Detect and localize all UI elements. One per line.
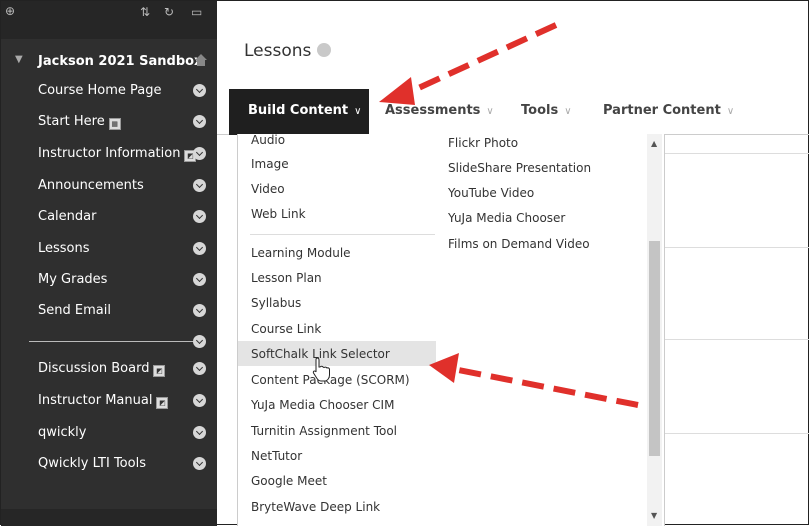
- chevron-down-icon: ∨: [354, 106, 362, 117]
- sidebar-divider: [29, 341, 195, 342]
- sidebar-item-instructor-manual[interactable]: Instructor Manual ◩: [1, 389, 217, 417]
- item-options-icon[interactable]: [193, 426, 206, 439]
- item-options-icon[interactable]: [193, 304, 206, 317]
- course-title[interactable]: Jackson 2021 Sandbox: [38, 54, 202, 69]
- sidebar-toolbar: ⊕ ⇅ ↻ ▭: [1, 1, 217, 39]
- add-menu-item-icon[interactable]: ⊕: [5, 4, 15, 18]
- sidebar-item-label[interactable]: Instructor Information: [38, 146, 180, 161]
- menu-item-slideshare-presentation[interactable]: SlideShare Presentation: [448, 161, 591, 175]
- tools-label[interactable]: Tools: [521, 103, 558, 118]
- sidebar-item-qwickly-lti-tools[interactable]: Qwickly LTI Tools: [1, 452, 217, 480]
- menu-item-syllabus[interactable]: Syllabus: [251, 296, 301, 310]
- sidebar-item-label[interactable]: Course Home Page: [38, 83, 162, 98]
- sidebar-item-qwickly[interactable]: qwickly: [1, 421, 217, 449]
- sidebar-item-my-grades[interactable]: My Grades: [1, 268, 217, 296]
- page-title: Lessons: [244, 41, 312, 61]
- item-options-icon[interactable]: [193, 394, 206, 407]
- action-bar: Build Content ∨ Assessments ∨ Tools ∨ Partn…: [217, 89, 809, 135]
- sidebar-item-label[interactable]: Qwickly LTI Tools: [38, 456, 146, 471]
- item-options-icon[interactable]: [193, 210, 206, 223]
- content-row-divider: [661, 247, 809, 248]
- chevron-down-icon: ∨: [486, 106, 494, 117]
- collapse-caret-icon[interactable]: ▼: [15, 54, 23, 65]
- menu-item-video[interactable]: Video: [251, 182, 285, 196]
- home-icon[interactable]: [194, 53, 208, 67]
- folder-view-icon[interactable]: ▭: [191, 5, 202, 19]
- menu-item-google-meet[interactable]: Google Meet: [251, 474, 327, 488]
- menu-item-films-on-demand-video[interactable]: Films on Demand Video: [448, 237, 590, 251]
- course-menu-sidebar: ⊕ ⇅ ↻ ▭ ▼ Jackson 2021 Sandbox Course Ho…: [1, 1, 217, 526]
- course-title-row[interactable]: ▼ Jackson 2021 Sandbox: [1, 49, 217, 75]
- page-options-icon[interactable]: [317, 43, 331, 57]
- sidebar-item-label[interactable]: Lessons: [38, 241, 90, 256]
- sidebar-item-label[interactable]: qwickly: [38, 425, 86, 440]
- menu-item-image[interactable]: Image: [251, 157, 289, 171]
- scroll-up-icon[interactable]: ▲: [651, 139, 657, 148]
- menu-item-lesson-plan[interactable]: Lesson Plan: [251, 271, 322, 285]
- content-row-divider: [661, 433, 809, 434]
- content-row-divider: [661, 153, 809, 154]
- item-options-icon[interactable]: [193, 147, 206, 160]
- sidebar-item-label[interactable]: My Grades: [38, 272, 107, 287]
- item-options-icon[interactable]: [193, 273, 206, 286]
- sidebar-item-instructor-information[interactable]: Instructor Information ◩: [1, 142, 217, 170]
- menu-item-learning-module[interactable]: Learning Module: [251, 246, 351, 260]
- menu-item-flickr-photo[interactable]: Flickr Photo: [448, 136, 518, 150]
- sidebar-item-calendar[interactable]: Calendar: [1, 205, 217, 233]
- item-options-icon[interactable]: [193, 84, 206, 97]
- menu-item-yuja-media-chooser-cim[interactable]: YuJa Media Chooser CIM: [251, 398, 394, 412]
- menu-item-softchalk-link-selector[interactable]: SoftChalk Link Selector: [251, 347, 390, 361]
- sidebar-item-label[interactable]: Calendar: [38, 209, 96, 224]
- build-content-button[interactable]: Build Content ∨: [229, 89, 369, 135]
- sidebar-item-course-home-page[interactable]: Course Home Page: [1, 79, 217, 107]
- sidebar-item-label[interactable]: Instructor Manual: [38, 393, 152, 408]
- sidebar-item-label[interactable]: Start Here: [38, 114, 105, 129]
- sidebar-item-label[interactable]: Discussion Board: [38, 361, 149, 376]
- sidebar-item-announcements[interactable]: Announcements: [1, 174, 217, 202]
- divider-options-icon[interactable]: [193, 335, 206, 348]
- content-row-divider: [661, 339, 809, 340]
- menu-scrollbar-thumb[interactable]: [649, 241, 660, 456]
- sidebar-item-label[interactable]: Send Email: [38, 303, 111, 318]
- menu-item-turnitin-assignment-tool[interactable]: Turnitin Assignment Tool: [251, 424, 397, 438]
- menu-item-brytewave-deep-link[interactable]: BryteWave Deep Link: [251, 500, 380, 514]
- hidden-item-icon: ◩: [156, 397, 169, 409]
- menu-item-course-link[interactable]: Course Link: [251, 322, 321, 336]
- sidebar-item-label-wrap[interactable]: Discussion Board ◩: [38, 361, 166, 377]
- chevron-down-icon: ∨: [726, 106, 735, 117]
- sidebar-item-start-here[interactable]: Start Here ▦: [1, 110, 217, 138]
- partner-content-button[interactable]: Partner Content ∨: [603, 103, 734, 118]
- sidebar-item-label-wrap[interactable]: Instructor Information ◩: [38, 146, 197, 162]
- sidebar-item-lessons[interactable]: Lessons: [1, 237, 217, 265]
- menu-item-yuja-media-chooser[interactable]: YuJa Media Chooser: [448, 211, 565, 225]
- build-content-label[interactable]: Build Content: [248, 103, 348, 118]
- partner-content-label[interactable]: Partner Content: [603, 103, 721, 118]
- menu-item-content-package-scorm[interactable]: Content Package (SCORM): [251, 373, 410, 387]
- assessments-button[interactable]: Assessments ∨: [385, 103, 494, 118]
- sidebar-item-discussion-board[interactable]: Discussion Board ◩: [1, 357, 217, 385]
- hidden-item-icon: ▦: [108, 118, 121, 130]
- menu-item-youtube-video[interactable]: YouTube Video: [448, 186, 534, 200]
- menu-item-web-link[interactable]: Web Link: [251, 207, 306, 221]
- refresh-icon[interactable]: ↻: [164, 5, 174, 19]
- item-options-icon[interactable]: [193, 179, 206, 192]
- tools-button[interactable]: Tools ∨: [521, 103, 572, 118]
- scroll-down-icon[interactable]: ▼: [651, 511, 657, 520]
- sidebar-item-label-wrap[interactable]: Instructor Manual ◩: [38, 393, 169, 409]
- item-options-icon[interactable]: [193, 457, 206, 470]
- assessments-label[interactable]: Assessments: [385, 103, 480, 118]
- item-options-icon[interactable]: [193, 242, 206, 255]
- menu-item-audio[interactable]: Audio: [251, 133, 285, 147]
- sidebar-item-send-email[interactable]: Send Email: [1, 299, 217, 327]
- menu-divider: [250, 234, 435, 235]
- sidebar-footer: [1, 509, 217, 526]
- hidden-item-icon: ◩: [153, 365, 166, 377]
- sidebar-item-label-wrap[interactable]: Start Here ▦: [38, 114, 121, 130]
- chevron-down-icon: ∨: [564, 106, 572, 117]
- reorder-icon[interactable]: ⇅: [140, 5, 150, 19]
- menu-item-nettutor[interactable]: NetTutor: [251, 449, 302, 463]
- item-options-icon[interactable]: [193, 362, 206, 375]
- item-options-icon[interactable]: [193, 115, 206, 128]
- sidebar-item-label[interactable]: Announcements: [38, 178, 144, 193]
